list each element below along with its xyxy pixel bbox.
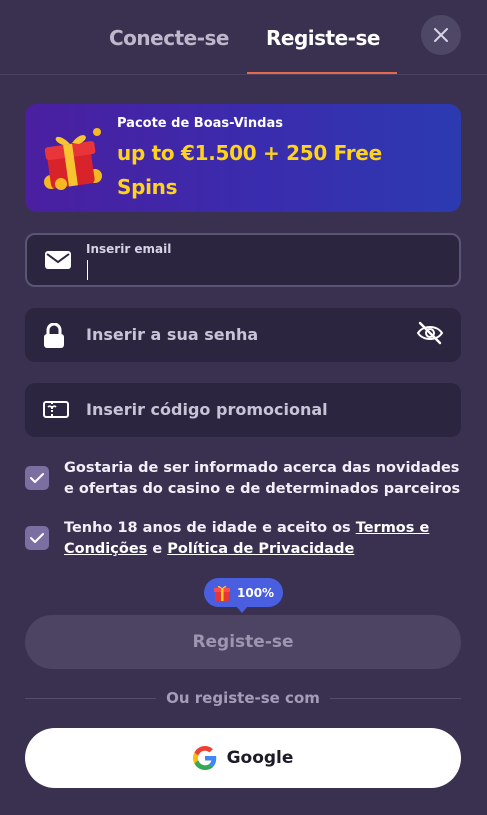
- active-tab-underline: [247, 72, 397, 74]
- google-logo-icon: [192, 746, 216, 770]
- newsletter-checkbox[interactable]: [25, 466, 49, 490]
- lock-icon: [44, 323, 64, 348]
- envelope-icon: [45, 251, 71, 269]
- tab-register[interactable]: Registe-se: [266, 26, 380, 50]
- register-submit-label: Registe-se: [192, 632, 294, 652]
- check-icon: [30, 473, 44, 483]
- consent-prefix: Tenho 18 anos de idade e aceito os: [64, 520, 356, 536]
- modal-header: Conecte-se Registe-se: [0, 0, 487, 75]
- alt-register-text: Ou registe-se com: [166, 689, 320, 707]
- gift-icon: [214, 585, 230, 601]
- divider-line-left: [25, 698, 156, 699]
- banner-subtitle: Pacote de Boas-Vindas: [117, 116, 283, 131]
- privacy-link[interactable]: Política de Privacidade: [167, 541, 354, 557]
- google-register-button[interactable]: Google: [25, 728, 461, 788]
- divider-line-right: [330, 698, 461, 699]
- register-submit-button[interactable]: Registe-se: [25, 615, 461, 669]
- text-caret: [87, 260, 88, 280]
- promo-code-placeholder: Inserir código promocional: [86, 400, 328, 419]
- newsletter-consent-text: Gostaria de ser informado acerca das nov…: [64, 460, 461, 497]
- ticket-icon: [43, 401, 69, 418]
- age-terms-checkbox[interactable]: [25, 526, 49, 550]
- promo-code-field[interactable]: Inserir código promocional: [25, 383, 461, 437]
- close-icon: [434, 28, 448, 42]
- check-icon: [30, 533, 44, 543]
- eye-slash-icon[interactable]: [415, 318, 445, 348]
- welcome-bonus-banner[interactable]: Pacote de Boas-Vindas up to €1.500 + 250…: [25, 104, 461, 212]
- gift-icon: [44, 128, 102, 190]
- banner-title: up to €1.500 + 250 Free Spins: [117, 141, 382, 199]
- password-placeholder: Inserir a sua senha: [86, 325, 259, 344]
- age-terms-consent-text: Tenho 18 anos de idade e aceito os Termo…: [64, 518, 464, 560]
- bonus-percent-bubble: 100%: [204, 578, 283, 613]
- close-button[interactable]: [421, 15, 461, 55]
- bonus-percent: 100%: [237, 585, 275, 600]
- tab-login[interactable]: Conecte-se: [109, 26, 229, 50]
- google-label: Google: [226, 748, 294, 768]
- email-label: Inserir email: [86, 242, 172, 256]
- password-field[interactable]: Inserir a sua senha: [25, 308, 461, 362]
- consent-middle: e: [147, 541, 168, 557]
- email-field[interactable]: Inserir email: [25, 233, 461, 287]
